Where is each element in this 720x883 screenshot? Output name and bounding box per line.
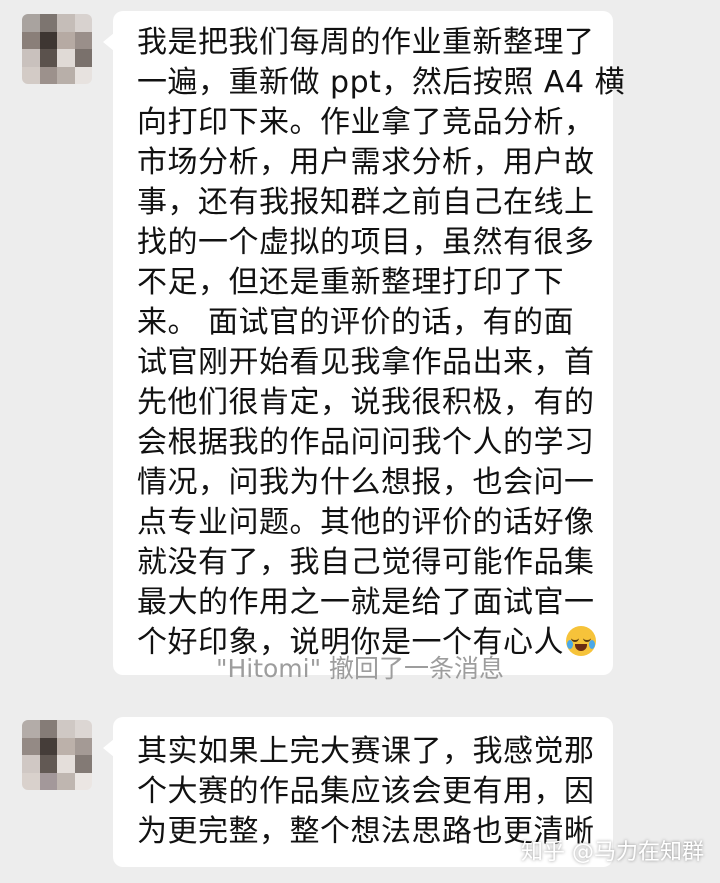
message-line: 试官刚开始看见我拿作品出来，首 — [137, 345, 595, 380]
message-line: 就没有了，我自己觉得可能作品集 — [137, 545, 595, 580]
message-line: 其实如果上完大赛课了，我感觉那 — [137, 734, 595, 769]
message-line: 会根据我的作品问问我个人的学习 — [137, 425, 595, 460]
message-line: 最大的作用之一就是给了面试官一 — [137, 585, 595, 620]
message-line: 个大赛的作品集应该会更有用，因 — [137, 774, 595, 809]
message-line: 向打印下来。作业拿了竞品分析， — [137, 105, 595, 140]
message-line: 我是把我们每周的作业重新整理了 — [137, 25, 595, 60]
message-line: 一遍，重新做 ppt，然后按照 A4 横 — [137, 65, 626, 100]
zhihu-watermark: 知乎 @马力在知群 — [521, 840, 704, 865]
message-line: 找的一个虚拟的项目，虽然有很多 — [137, 225, 595, 260]
message-line: 不足，但还是重新整理打印了下 — [137, 265, 564, 300]
message-line: 事，还有我报知群之前自己在线上 — [137, 185, 595, 220]
message-line: 点专业问题。其他的评价的话好像 — [137, 505, 595, 540]
chat-window: 我是把我们每周的作业重新整理了 一遍，重新做 ppt，然后按照 A4 横 向打印… — [0, 0, 720, 883]
sender-avatar[interactable] — [22, 720, 92, 790]
sender-avatar[interactable] — [22, 14, 92, 84]
message-bubble[interactable]: 我是把我们每周的作业重新整理了 一遍，重新做 ppt，然后按照 A4 横 向打印… — [103, 11, 626, 675]
message-line: 情况，问我为什么想报，也会问一 — [137, 465, 595, 500]
recall-notice: "Hitomi" 撤回了一条消息 — [215, 654, 505, 683]
message-line: 来。 面试官的评价的话，有的面 — [137, 305, 575, 340]
message-line: 先他们很肯定，说我很积极，有的 — [137, 385, 595, 420]
message-line: 市场分析，用户需求分析，用户故 — [137, 145, 595, 180]
